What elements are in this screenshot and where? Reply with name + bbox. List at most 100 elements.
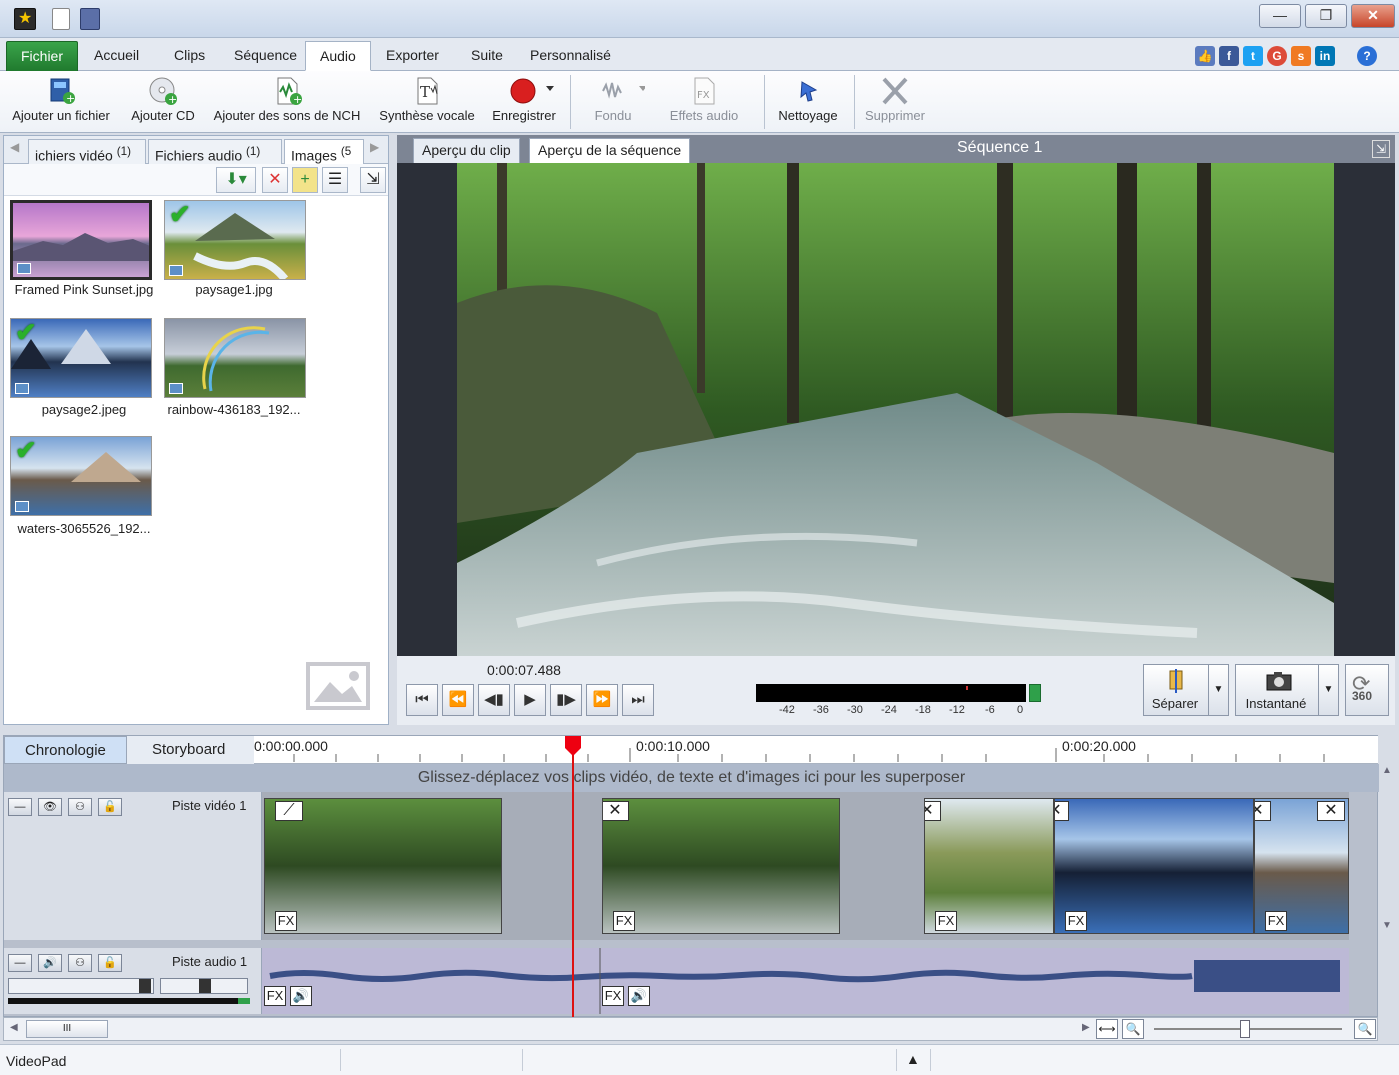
transition-icon[interactable]: ✕ <box>925 801 941 821</box>
scroll-up-icon[interactable]: ▲ <box>1382 765 1392 776</box>
tab-exporter[interactable]: Exporter <box>372 41 453 71</box>
transition-icon[interactable]: ✕ <box>1317 801 1345 821</box>
step-forward-button[interactable]: ▮▶ <box>550 684 582 716</box>
clip-fx-button[interactable]: FX <box>935 911 957 931</box>
snapshot-dropdown-icon[interactable]: ▼ <box>1318 665 1338 715</box>
tab-clip-preview[interactable]: Aperçu du clip <box>413 138 520 163</box>
google-plus-icon[interactable]: G <box>1267 46 1287 66</box>
play-button[interactable]: ▶ <box>514 684 546 716</box>
minimize-button[interactable]: — <box>1259 4 1301 28</box>
scroll-right-icon[interactable]: ▶ <box>1082 1022 1090 1033</box>
timeline-ruler[interactable]: 0:00:00.000 0:00:10.000 0:00:20.000 <box>254 736 1378 764</box>
help-icon[interactable]: ? <box>1357 46 1377 66</box>
tab-fichier[interactable]: Fichier <box>6 41 79 71</box>
tab-audio-files[interactable]: Fichiers audio (1) <box>148 139 282 164</box>
media-thumbnail[interactable]: ✔ <box>10 436 152 516</box>
transition-icon[interactable]: ✕ <box>603 801 629 821</box>
lock-icon[interactable]: 🔓 <box>98 954 122 972</box>
tab-clips[interactable]: Clips <box>160 41 219 71</box>
tab-storyboard[interactable]: Storyboard <box>132 736 245 764</box>
360-button[interactable]: ⟳ 360 <box>1345 664 1389 716</box>
cleanup-button[interactable]: Nettoyage <box>770 71 846 133</box>
image-clip[interactable]: ✕ FX <box>1054 798 1254 934</box>
overlay-track[interactable]: Glissez-déplacez vos clips vidéo, de tex… <box>4 764 1379 792</box>
tab-sequence-preview[interactable]: Aperçu de la séquence <box>529 138 691 163</box>
group-icon[interactable]: ⚇ <box>68 954 92 972</box>
sort-dropdown-button[interactable]: ⬇▾ <box>216 167 256 193</box>
audio-fx-button[interactable]: FX <box>264 986 286 1006</box>
pan-slider[interactable] <box>160 978 248 994</box>
zoom-out-icon[interactable]: 🔍 <box>1122 1019 1144 1039</box>
video-clip[interactable]: ⟋ FX <box>264 798 502 934</box>
media-thumbnail[interactable] <box>10 200 152 280</box>
image-clip[interactable]: ✕ ✕ FX <box>1254 798 1349 934</box>
list-view-button[interactable]: ☰ <box>322 167 348 193</box>
scroll-down-icon[interactable]: ▼ <box>1382 920 1392 931</box>
timeline-playhead[interactable] <box>572 736 574 1018</box>
thumbs-up-icon[interactable]: 👍 <box>1195 46 1215 66</box>
twitter-icon[interactable]: t <box>1243 46 1263 66</box>
stumbleupon-icon[interactable]: s <box>1291 46 1311 66</box>
tab-scroll-left-icon[interactable]: ◀ <box>10 140 19 154</box>
collapse-track-button[interactable]: — <box>8 798 32 816</box>
audio-volume-icon[interactable]: 🔊 <box>290 986 312 1006</box>
lock-icon[interactable]: 🔓 <box>98 798 122 816</box>
scroll-thumb[interactable]: III <box>26 1020 108 1038</box>
tab-suite[interactable]: Suite <box>457 41 517 71</box>
clip-fx-button[interactable]: FX <box>275 911 297 931</box>
video-clip[interactable]: ✕ FX <box>602 798 840 934</box>
tab-sequence[interactable]: Séquence <box>220 41 311 71</box>
previous-frame-button[interactable]: ⏪ <box>442 684 474 716</box>
text-to-speech-button[interactable]: T Synthèse vocale <box>372 71 482 133</box>
split-button[interactable]: Séparer ▼ <box>1143 664 1229 716</box>
remove-media-button[interactable]: ✕ <box>262 167 288 193</box>
media-thumbnail[interactable]: ✔ <box>10 318 152 398</box>
tab-chronologie[interactable]: Chronologie <box>4 736 127 764</box>
restore-button[interactable]: ❐ <box>1305 4 1347 28</box>
add-folder-button[interactable]: + <box>292 167 318 193</box>
eye-icon[interactable]: 👁 <box>38 798 62 816</box>
volume-slider[interactable] <box>8 978 154 994</box>
audio-fx-button[interactable]: FX <box>602 986 624 1006</box>
add-nch-sounds-button[interactable]: + Ajouter des sons de NCH <box>206 71 368 133</box>
fit-timeline-icon[interactable]: ⟷ <box>1096 1019 1118 1039</box>
snapshot-button[interactable]: Instantané ▼ <box>1235 664 1339 716</box>
fade-in-icon[interactable]: ⟋ <box>275 801 303 821</box>
go-to-end-button[interactable]: ⏭ <box>622 684 654 716</box>
close-button[interactable]: ✕ <box>1351 4 1395 28</box>
audio-effects-button[interactable]: FX Effets audio <box>652 71 756 133</box>
scroll-left-icon[interactable]: ◀ <box>10 1022 18 1033</box>
video-frame[interactable] <box>397 163 1395 656</box>
zoom-slider[interactable] <box>1154 1020 1342 1038</box>
record-button[interactable]: Enregistrer <box>486 71 562 133</box>
group-icon[interactable]: ⚇ <box>68 798 92 816</box>
next-frame-button[interactable]: ⏩ <box>586 684 618 716</box>
media-thumbnail[interactable]: ✔ <box>164 200 306 280</box>
zoom-in-icon[interactable]: 🔍 <box>1354 1019 1376 1039</box>
linkedin-icon[interactable]: in <box>1315 46 1335 66</box>
new-file-icon[interactable] <box>52 8 70 30</box>
collapse-track-button[interactable]: — <box>8 954 32 972</box>
tab-images[interactable]: Images (5 <box>284 139 364 164</box>
step-back-button[interactable]: ◀▮ <box>478 684 510 716</box>
audio-volume-icon[interactable]: 🔊 <box>628 986 650 1006</box>
tab-scroll-right-icon[interactable]: ▶ <box>370 140 379 154</box>
tab-video-files[interactable]: ichiers vidéo (1) <box>28 139 146 164</box>
tab-personnalise[interactable]: Personnalisé <box>516 41 625 71</box>
video-track-lane[interactable]: ⟋ FX ✕ FX ✕ FX ✕ FX ✕ ✕ FX <box>262 792 1349 940</box>
expand-panel-icon[interactable]: ▲ <box>906 1051 920 1067</box>
media-thumbnail[interactable] <box>164 318 306 398</box>
save-icon[interactable] <box>80 8 100 30</box>
clip-fx-button[interactable]: FX <box>1065 911 1087 931</box>
undock-panel-button[interactable]: ⇲ <box>360 167 386 193</box>
split-dropdown-icon[interactable]: ▼ <box>1208 665 1228 715</box>
app-icon[interactable] <box>14 8 36 30</box>
delete-button[interactable]: Supprimer <box>860 71 930 133</box>
image-clip[interactable]: ✕ FX <box>924 798 1054 934</box>
speaker-icon[interactable]: 🔊 <box>38 954 62 972</box>
transition-icon[interactable]: ✕ <box>1255 801 1271 821</box>
undock-preview-icon[interactable]: ⇲ <box>1372 140 1390 158</box>
facebook-icon[interactable]: f <box>1219 46 1239 66</box>
fade-button[interactable]: Fondu <box>578 71 648 133</box>
go-to-start-button[interactable]: ⏮ <box>406 684 438 716</box>
